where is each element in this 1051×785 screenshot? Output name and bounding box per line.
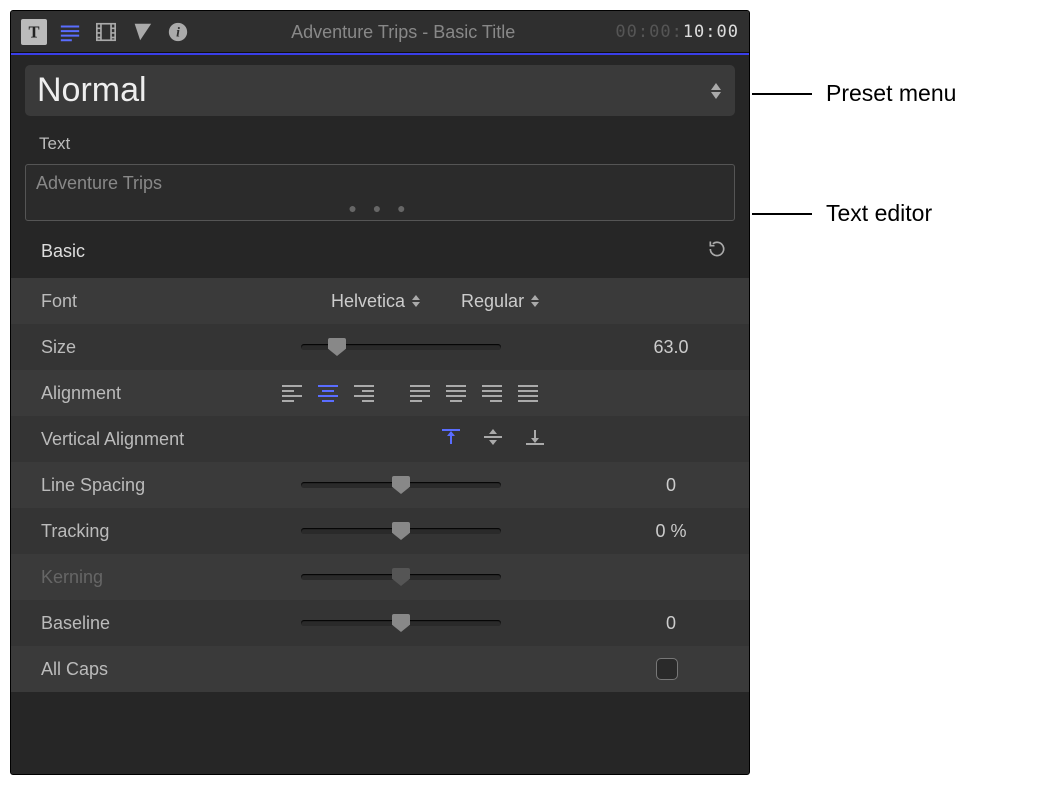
alignment-label: Alignment	[41, 383, 251, 404]
line-spacing-value[interactable]: 0	[611, 475, 731, 496]
slider-thumb-icon[interactable]	[392, 476, 410, 494]
basic-section-header: Basic	[11, 221, 749, 278]
inspector-panel: T i Adventure Trips - Basic Title 00:00:…	[10, 10, 750, 775]
font-style-dropdown[interactable]: Regular	[461, 291, 540, 312]
kerning-slider	[301, 574, 501, 580]
all-caps-label: All Caps	[41, 659, 251, 680]
valign-middle-button[interactable]	[483, 428, 503, 451]
line-spacing-row: Line Spacing 0	[11, 462, 749, 508]
tracking-value[interactable]: 0 %	[611, 521, 731, 542]
align-left-button[interactable]	[281, 384, 303, 402]
font-label: Font	[41, 291, 251, 312]
generator-inspector-tab[interactable]	[129, 19, 155, 45]
justify-center-button[interactable]	[445, 384, 467, 402]
alignment-row: Alignment	[11, 370, 749, 416]
callout-preset-menu: Preset menu	[752, 80, 956, 107]
align-center-button[interactable]	[317, 384, 339, 402]
slider-thumb-icon[interactable]	[392, 522, 410, 540]
align-right-button[interactable]	[353, 384, 375, 402]
baseline-label: Baseline	[41, 613, 251, 634]
font-family-value: Helvetica	[331, 291, 405, 312]
valign-top-button[interactable]	[441, 428, 461, 451]
justify-left-button[interactable]	[409, 384, 431, 402]
baseline-slider[interactable]	[301, 620, 501, 626]
slider-thumb-icon[interactable]	[392, 614, 410, 632]
updown-icon	[411, 294, 421, 308]
basic-rows: Font Helvetica Regular	[11, 278, 749, 692]
callout-text-editor: Text editor	[752, 200, 932, 227]
baseline-row: Baseline 0	[11, 600, 749, 646]
timecode-bright: 10:00	[683, 22, 739, 42]
slider-thumb-icon	[392, 568, 410, 586]
size-label: Size	[41, 337, 251, 358]
font-family-dropdown[interactable]: Helvetica	[331, 291, 421, 312]
svg-text:T: T	[28, 23, 39, 42]
line-spacing-slider[interactable]	[301, 482, 501, 488]
preset-menu[interactable]: Normal	[25, 65, 735, 116]
callout-line	[752, 213, 812, 215]
size-slider[interactable]	[301, 344, 501, 350]
svg-text:i: i	[176, 25, 180, 40]
justify-full-button[interactable]	[517, 384, 539, 402]
timecode-dim: 00:00:	[615, 22, 682, 42]
updown-icon	[530, 294, 540, 308]
text-editor-content: Adventure Trips	[36, 173, 162, 193]
inspector-toolbar: T i Adventure Trips - Basic Title 00:00:…	[11, 11, 749, 53]
video-inspector-tab[interactable]	[93, 19, 119, 45]
line-spacing-label: Line Spacing	[41, 475, 251, 496]
all-caps-checkbox[interactable]	[656, 658, 678, 680]
baseline-value[interactable]: 0	[611, 613, 731, 634]
paragraph-inspector-tab[interactable]	[57, 19, 83, 45]
vertical-alignment-label: Vertical Alignment	[41, 429, 251, 450]
callout-text: Preset menu	[826, 80, 956, 107]
basic-heading: Basic	[41, 241, 85, 262]
tracking-row: Tracking 0 %	[11, 508, 749, 554]
vertical-alignment-row: Vertical Alignment	[11, 416, 749, 462]
font-style-value: Regular	[461, 291, 524, 312]
valign-bottom-button[interactable]	[525, 428, 545, 451]
clip-duration: 00:00:10:00	[615, 22, 739, 42]
tracking-label: Tracking	[41, 521, 251, 542]
callout-text: Text editor	[826, 200, 932, 227]
vertical-alignment-buttons	[441, 428, 545, 451]
slider-thumb-icon[interactable]	[328, 338, 346, 356]
kerning-label: Kerning	[41, 567, 251, 588]
inspector-tabs: T i	[21, 19, 191, 45]
resize-dots-icon[interactable]: ● ● ●	[348, 200, 411, 216]
tracking-slider[interactable]	[301, 528, 501, 534]
kerning-row: Kerning	[11, 554, 749, 600]
text-editor[interactable]: Adventure Trips ● ● ●	[25, 164, 735, 221]
reset-icon[interactable]	[707, 239, 727, 264]
size-value[interactable]: 63.0	[611, 337, 731, 358]
size-row: Size 63.0	[11, 324, 749, 370]
text-section-label: Text	[11, 126, 749, 162]
alignment-buttons	[281, 384, 539, 402]
info-inspector-tab[interactable]: i	[165, 19, 191, 45]
font-row: Font Helvetica Regular	[11, 278, 749, 324]
updown-icon	[709, 82, 723, 100]
preset-label: Normal	[37, 71, 709, 110]
toolbar-separator	[11, 53, 749, 55]
clip-title: Adventure Trips - Basic Title	[205, 22, 601, 43]
all-caps-row: All Caps	[11, 646, 749, 692]
text-inspector-tab[interactable]: T	[21, 19, 47, 45]
justify-right-button[interactable]	[481, 384, 503, 402]
callout-line	[752, 93, 812, 95]
